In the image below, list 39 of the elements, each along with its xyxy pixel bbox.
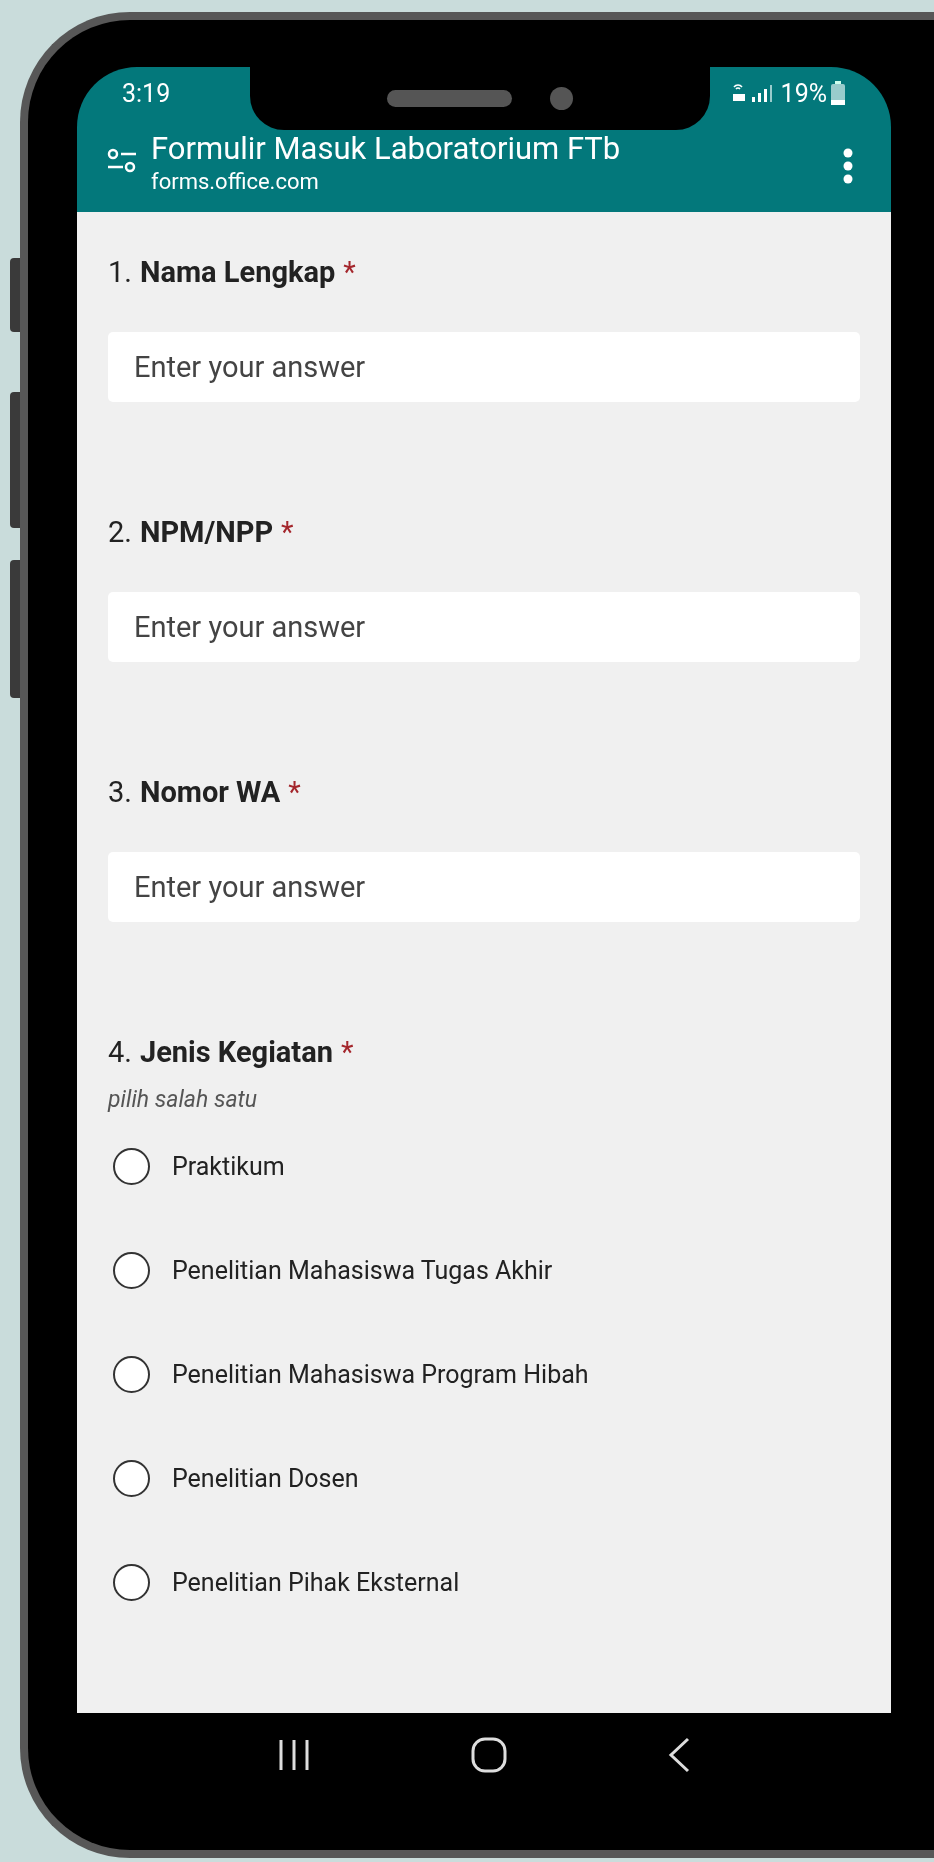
volte-icon: [730, 83, 747, 103]
question-number: 2.: [108, 514, 132, 552]
required-mark: *: [343, 254, 356, 292]
required-mark: *: [340, 1034, 354, 1072]
signal-icon: [750, 83, 773, 103]
question-title: Nomor WA: [139, 774, 281, 812]
option-label[interactable]: Penelitian Mahasiswa Program Hibah: [172, 1359, 589, 1389]
radio-button[interactable]: [113, 1563, 150, 1601]
clock: 3:19: [122, 78, 171, 108]
page-title: Formulir Masuk Laboratorium FTb: [151, 129, 622, 168]
radio-button[interactable]: [113, 1147, 150, 1185]
home-icon[interactable]: [471, 1736, 507, 1773]
more-menu-icon[interactable]: [843, 147, 853, 184]
page-url: forms.office.com: [151, 167, 320, 196]
battery-percent: 19%: [780, 78, 827, 108]
radio-button[interactable]: [113, 1459, 150, 1497]
answer-field[interactable]: Enter your answer: [108, 332, 860, 403]
question-title: Jenis Kegiatan: [139, 1034, 333, 1072]
answer-field[interactable]: Enter your answer: [108, 852, 860, 923]
camera-lens: [550, 87, 573, 110]
required-mark: *: [288, 774, 301, 812]
radio-button[interactable]: [113, 1251, 150, 1289]
required-mark: *: [281, 514, 294, 552]
option-label[interactable]: Penelitian Dosen: [172, 1463, 359, 1493]
option-label[interactable]: Penelitian Mahasiswa Tugas Akhir: [172, 1255, 553, 1285]
answer-field[interactable]: Enter your answer: [108, 592, 860, 663]
settings-sliders-icon[interactable]: [107, 147, 137, 174]
question-number: 1.: [108, 254, 132, 292]
radio-button[interactable]: [113, 1355, 150, 1393]
recents-icon[interactable]: [277, 1737, 310, 1772]
question-title: Nama Lengkap: [139, 254, 336, 292]
question-title: NPM/NPP: [139, 514, 274, 552]
option-label[interactable]: Praktikum: [172, 1151, 285, 1181]
back-icon[interactable]: [668, 1736, 691, 1773]
question-number: 4.: [108, 1034, 132, 1072]
question-number: 3.: [108, 774, 132, 812]
option-label[interactable]: Penelitian Pihak Eksternal: [172, 1567, 460, 1597]
question-hint: pilih salah satu: [108, 1086, 259, 1114]
battery-icon: [831, 81, 845, 105]
